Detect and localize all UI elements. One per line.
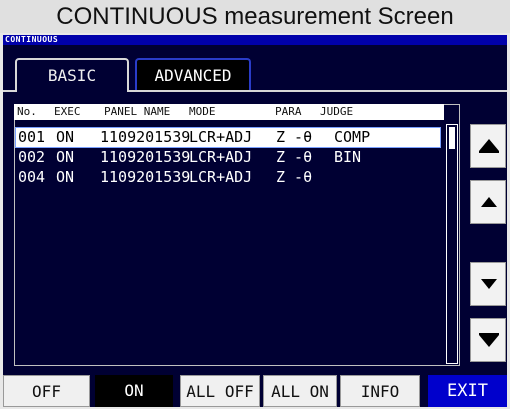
page-up-button[interactable] <box>470 124 506 168</box>
off-button[interactable]: OFF <box>3 375 90 407</box>
page-up-icon <box>479 139 499 153</box>
row-exec: ON <box>56 128 75 146</box>
row-judge: COMP <box>334 128 371 146</box>
header-no: No. <box>17 105 37 118</box>
tab-basic[interactable]: BASIC <box>15 58 129 92</box>
page-down-icon <box>479 333 499 347</box>
row-no: 004 <box>18 168 46 186</box>
list-row[interactable]: 002 ON 1109201539 LCR+ADJ Z -θ BIN <box>16 148 440 167</box>
row-exec: ON <box>56 148 75 166</box>
page-down-button[interactable] <box>470 318 506 362</box>
scrollbar-thumb[interactable] <box>449 127 455 149</box>
row-para: Z -θ <box>276 168 313 186</box>
tab-divider-gap <box>17 90 127 92</box>
on-button[interactable]: ON <box>95 375 173 407</box>
row-mode: LCR+ADJ <box>189 148 253 166</box>
scroll-up-button[interactable] <box>470 180 506 224</box>
page-title: CONTINUOUS measurement Screen <box>56 3 454 30</box>
header-panel-name: PANEL NAME <box>104 105 171 118</box>
info-button[interactable]: INFO <box>340 375 420 407</box>
list-row[interactable]: 001 ON 1109201539 LCR+ADJ Z -θ COMP <box>15 127 441 148</box>
row-panel-name: 1109201539 <box>100 148 191 166</box>
row-no: 002 <box>18 148 46 166</box>
list-row[interactable]: 004 ON 1109201539 LCR+ADJ Z -θ <box>16 168 440 187</box>
exit-button[interactable]: EXIT <box>428 375 507 407</box>
row-mode: LCR+ADJ <box>189 168 253 186</box>
list-scrollbar[interactable] <box>446 124 458 364</box>
row-para: Z -θ <box>276 148 313 166</box>
mode-label: CONTINUOUS <box>5 35 59 44</box>
tab-advanced[interactable]: ADVANCED <box>135 58 251 90</box>
row-panel-name: 1109201539 <box>100 128 191 146</box>
header-para: PARA <box>275 105 302 118</box>
row-para: Z -θ <box>276 128 313 146</box>
row-judge: BIN <box>334 148 362 166</box>
scroll-down-icon <box>481 279 497 289</box>
all-on-button[interactable]: ALL ON <box>263 375 337 407</box>
all-off-button[interactable]: ALL OFF <box>180 375 260 407</box>
row-panel-name: 1109201539 <box>100 168 191 186</box>
list-header: No. EXEC PANEL NAME MODE PARA JUDGE <box>14 104 444 120</box>
row-exec: ON <box>56 168 75 186</box>
scroll-down-button[interactable] <box>470 262 506 306</box>
row-no: 001 <box>18 128 46 146</box>
header-judge: JUDGE <box>320 105 354 118</box>
scroll-up-icon <box>481 197 497 207</box>
header-mode: MODE <box>189 105 216 118</box>
mode-bar <box>3 35 507 45</box>
header-exec: EXEC <box>54 105 81 118</box>
row-mode: LCR+ADJ <box>189 128 253 146</box>
